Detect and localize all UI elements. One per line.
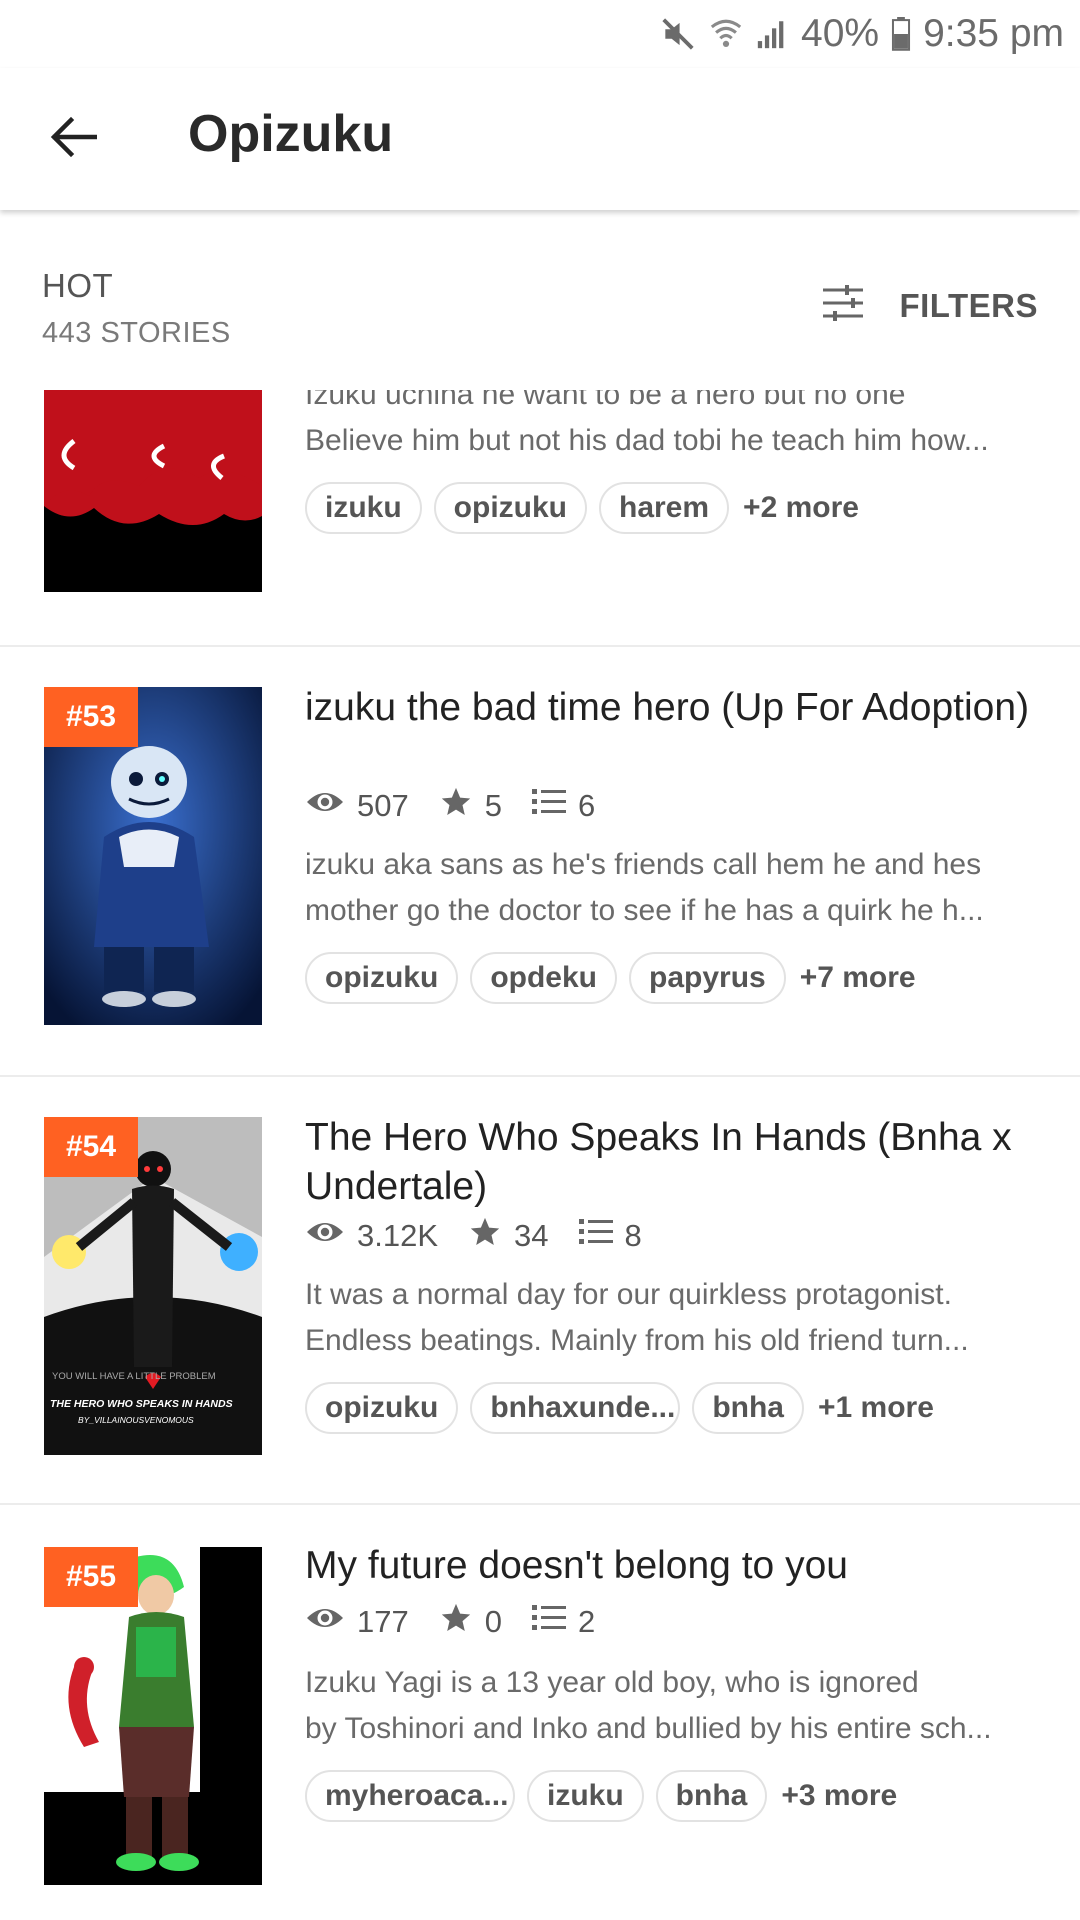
story-count: 443 STORIES [42,317,231,349]
tag-chip[interactable]: myheroaca... [305,1770,515,1822]
battery-icon [891,17,911,51]
tag-list: izuku opizuku harem +2 more [305,482,859,534]
description-line: Izuku uchiha he want to be a hero but no… [305,390,906,411]
story-stats: 507 5 6 [305,785,625,827]
description-line: It was a normal day for our quirkless pr… [305,1278,952,1311]
more-tags[interactable]: +1 more [818,1391,934,1425]
status-bar: 40% 9:35 pm [0,0,1080,68]
cover-text: THE HERO WHO SPEAKS IN HANDS [50,1398,233,1410]
vote-count: 5 [484,788,502,823]
story-cover[interactable]: #53 [44,687,262,1025]
tag-list: opizuku bnhaxunde... bnha +1 more [305,1382,934,1434]
parts-list-icon [578,1217,613,1255]
story-card[interactable]: #53 izuku the bad time hero (Up For Adop… [0,647,1080,1077]
description-line: mother go the doctor to see if he has a … [305,894,984,927]
eye-icon [305,1604,345,1640]
story-stats: 177 0 2 [305,1601,625,1643]
more-tags[interactable]: +2 more [743,491,859,525]
description-line: by Toshinori and Inko and bullied by his… [305,1712,992,1745]
tag-chip[interactable]: opizuku [305,1382,459,1434]
page-title: Opizuku [188,105,394,163]
eye-icon [305,788,345,824]
tag-chip[interactable]: opdeku [470,952,617,1004]
read-count: 507 [357,788,409,823]
vote-count: 34 [514,1218,549,1253]
story-list[interactable]: Izuku uchiha he want to be a hero but no… [0,390,1080,1920]
clock: 9:35 pm [923,12,1064,55]
rank-badge: #54 [44,1117,138,1177]
story-title[interactable]: The Hero Who Speaks In Hands (Bnha x Und… [305,1113,1045,1211]
more-tags[interactable]: +7 more [800,961,916,995]
battery-percent: 40% [801,12,880,55]
story-cover[interactable]: #55 [44,1547,262,1885]
tag-chip[interactable]: izuku [305,482,422,534]
parts-list-icon [531,1603,566,1641]
list-header: HOT 443 STORIES FILTERS [0,212,1080,390]
tag-chip[interactable]: bnha [692,1382,804,1434]
part-count: 6 [577,788,596,823]
more-tags[interactable]: +3 more [781,1779,897,1813]
app-bar: Opizuku [0,68,1080,210]
tag-chip[interactable]: izuku [527,1770,644,1822]
wifi-icon [709,15,743,53]
filters-button[interactable]: FILTERS [821,284,1038,327]
sort-label[interactable]: HOT [42,267,113,305]
back-button[interactable] [38,108,108,170]
parts-list-icon [531,787,566,825]
part-count: 8 [624,1218,642,1253]
story-description: Izuku Yagi is a 13 year old boy, who is … [305,1660,1050,1752]
story-card[interactable]: YOU WILL HAVE A LITTLE PROBLEM THE HERO … [0,1077,1080,1505]
story-cover[interactable]: YOU WILL HAVE A LITTLE PROBLEM THE HERO … [44,1117,262,1455]
back-arrow-icon [49,116,98,163]
read-count: 3.12K [357,1218,439,1253]
description-line: Endless beatings. Mainly from his old fr… [305,1324,969,1357]
story-title[interactable]: My future doesn't belong to you [305,1541,1045,1590]
mute-icon [659,15,697,53]
description-line: Izuku Yagi is a 13 year old boy, who is … [305,1666,919,1699]
read-count: 177 [357,1604,409,1639]
description-line: izuku aka sans as he's friends call hem … [305,848,982,881]
star-icon [468,1215,502,1257]
signal-icon [755,17,789,51]
vote-count: 0 [484,1604,502,1639]
part-count: 2 [577,1604,596,1639]
tag-chip[interactable]: opizuku [305,952,459,1004]
tag-chip[interactable]: papyrus [629,952,786,1004]
story-card[interactable]: #55 My future doesn't belong to you 177 … [0,1505,1080,1920]
story-description: It was a normal day for our quirkless pr… [305,1272,1050,1364]
story-description: Izuku uchiha he want to be a hero but no… [305,390,1050,464]
star-icon [439,1601,473,1643]
story-stats: 3.12K 34 8 [305,1215,672,1257]
tag-chip[interactable]: bnhaxunde... [470,1382,681,1434]
star-icon [439,785,473,827]
tag-list: myheroaca... izuku bnha +3 more [305,1770,897,1822]
rank-badge: #55 [44,1547,138,1607]
cover-text: YOU WILL HAVE A LITTLE PROBLEM [52,1371,216,1382]
tag-chip[interactable]: bnha [655,1770,768,1822]
rank-badge: #53 [44,687,138,747]
tag-chip[interactable]: opizuku [433,482,587,534]
story-description: izuku aka sans as he's friends call hem … [305,842,1050,934]
sliders-icon [821,284,865,327]
tag-chip[interactable]: harem [599,482,730,534]
story-title[interactable]: izuku the bad time hero (Up For Adoption… [305,683,1045,732]
cover-text: BY_VILLAINOUSVENOMOUS [78,1415,194,1425]
description-line: Believe him but not his dad tobi he teac… [305,424,989,457]
tag-list: opizuku opdeku papyrus +7 more [305,952,916,1004]
story-cover[interactable] [44,390,262,592]
filters-label: FILTERS [899,286,1038,324]
eye-icon [305,1218,345,1254]
